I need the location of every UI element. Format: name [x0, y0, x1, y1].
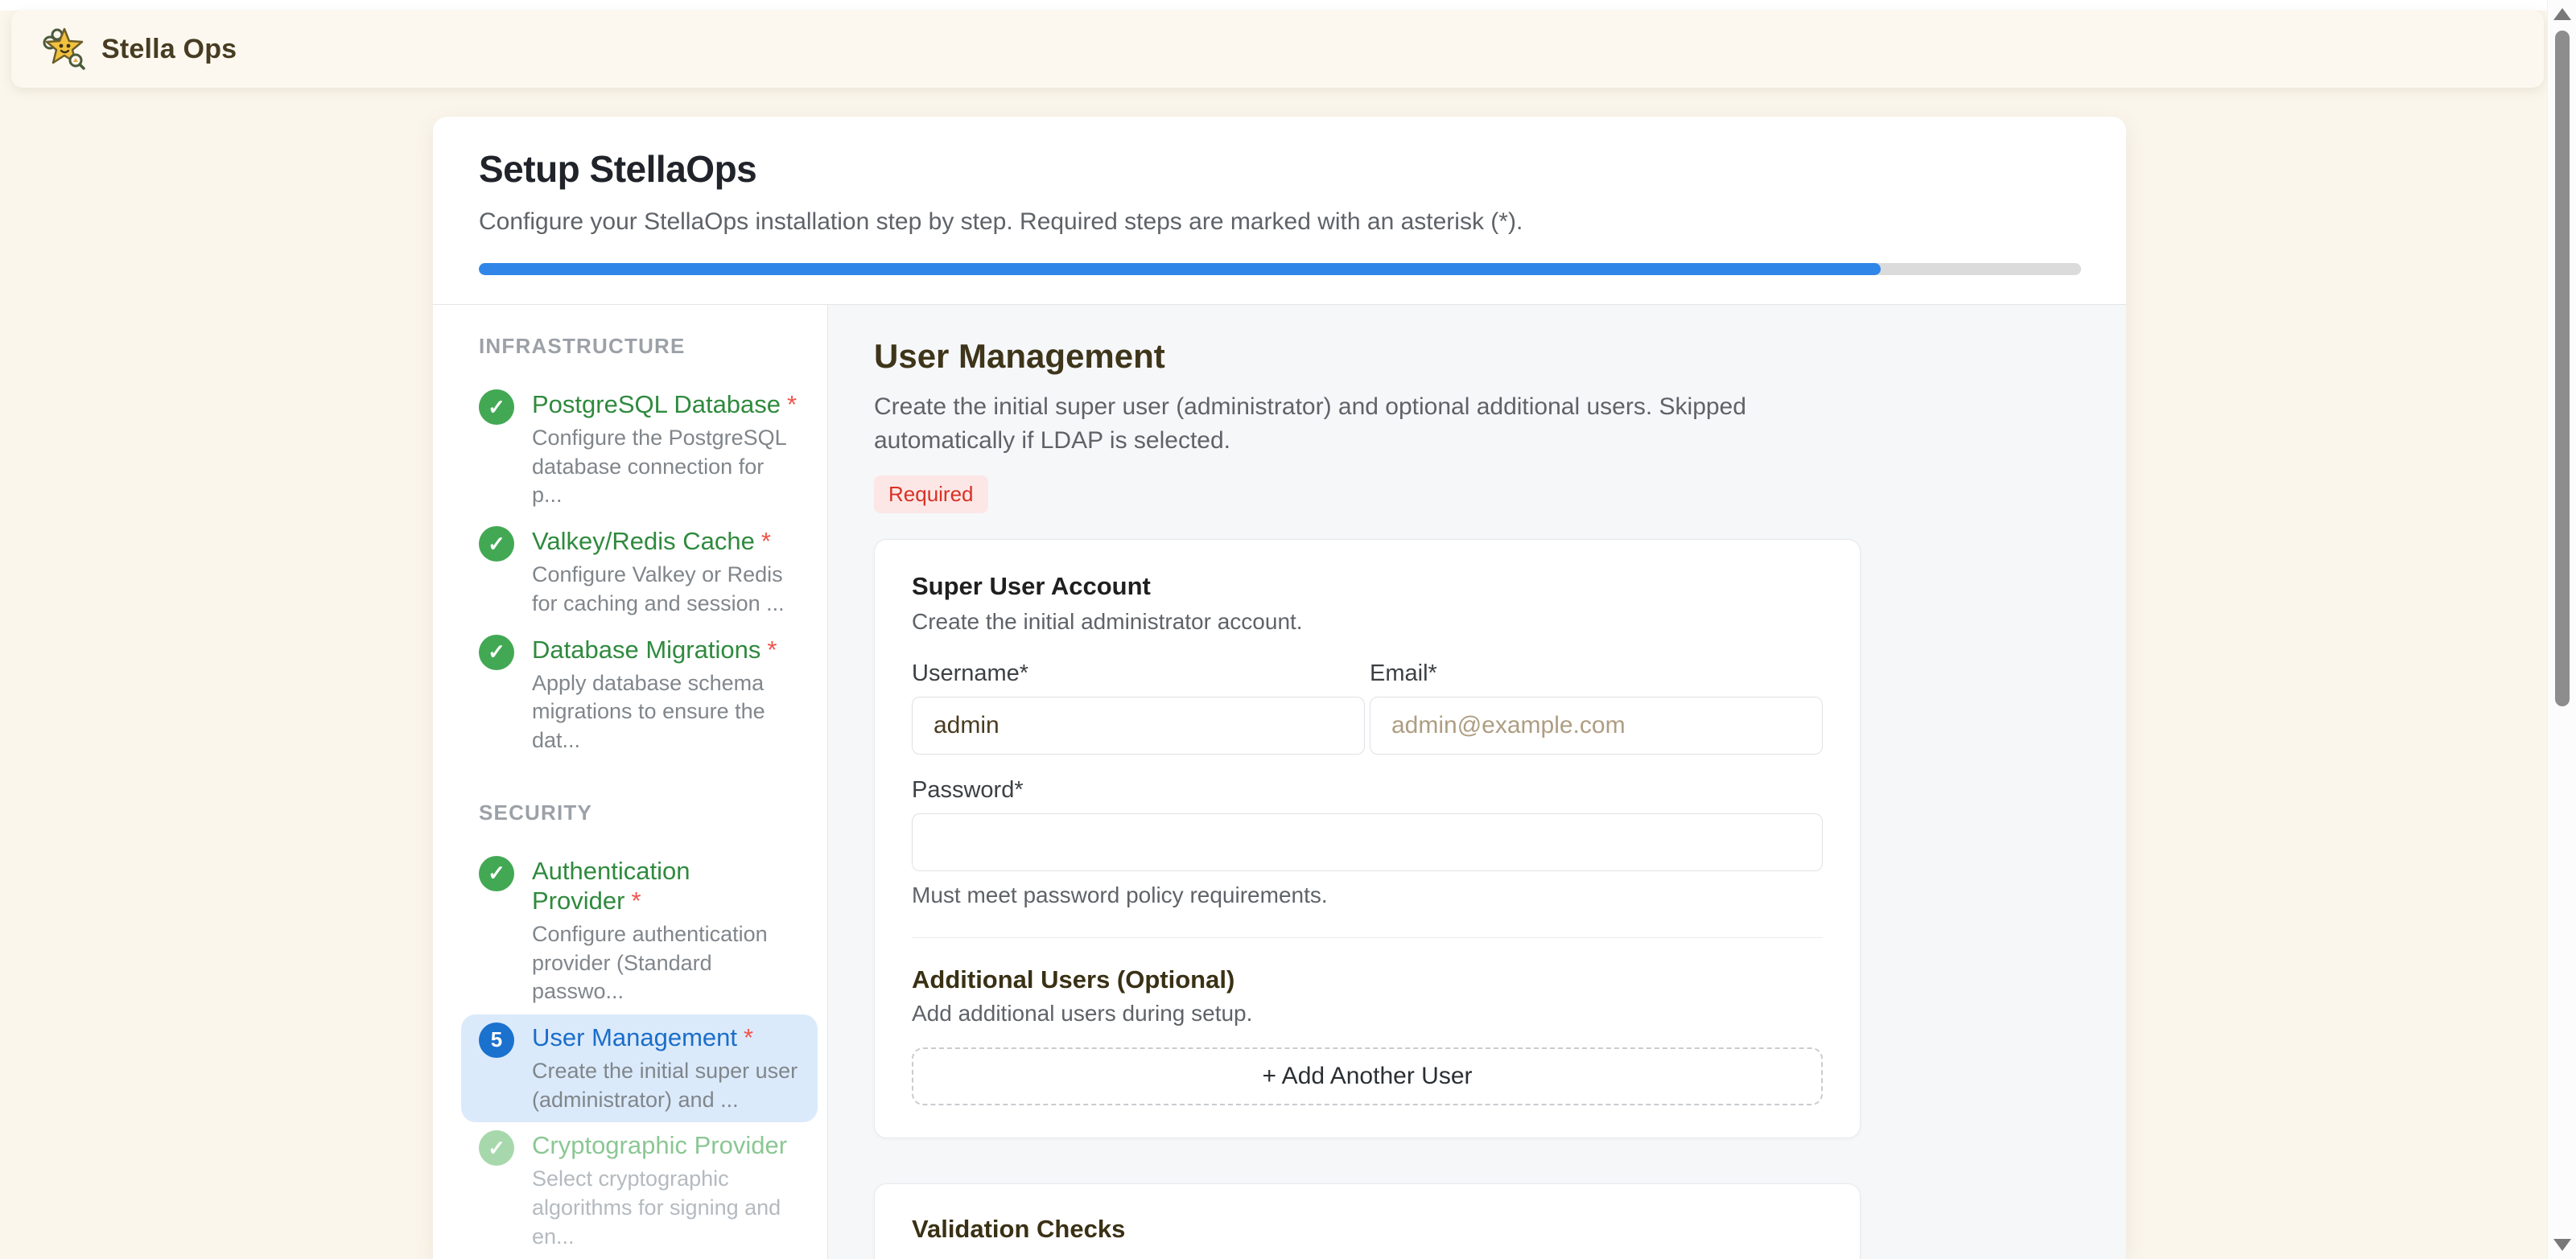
sidebar-item-authentication-provider[interactable]: ✓ Authentication Provider* Configure aut… — [461, 848, 818, 1014]
step-description: Configure the PostgreSQL database connec… — [532, 424, 800, 510]
sidebar-item-user-management[interactable]: 5 User Management* Create the initial su… — [461, 1014, 818, 1122]
section-label-infrastructure: INFRASTRUCTURE — [479, 334, 800, 359]
password-field-group: Password* Must meet password policy requ… — [912, 777, 1823, 908]
password-hint: Must meet password policy requirements. — [912, 883, 1823, 908]
step-title: Database Migrations — [532, 636, 760, 664]
additional-users-title: Additional Users (Optional) — [912, 965, 1823, 994]
scroll-up-arrow-icon[interactable] — [2553, 8, 2571, 20]
page-subtitle: Configure your StellaOps installation st… — [479, 208, 2081, 236]
wizard-header: Setup StellaOps Configure your StellaOps… — [433, 117, 2126, 304]
username-field-group: Username* — [912, 660, 1365, 755]
step-description: Select cryptographic algorithms for sign… — [532, 1165, 800, 1251]
additional-users-subtitle: Add additional users during setup. — [912, 1001, 1823, 1027]
super-user-account-card: Super User Account Create the initial ad… — [874, 539, 1861, 1138]
scroll-down-arrow-icon[interactable] — [2553, 1239, 2571, 1251]
step-content-panel: User Management Create the initial super… — [828, 305, 2126, 1259]
required-asterisk: * — [744, 1023, 753, 1051]
section-label-security: SECURITY — [479, 800, 800, 825]
brand-name: Stella Ops — [101, 34, 237, 65]
progress-bar — [479, 263, 2081, 275]
step-title: Cryptographic Provider — [532, 1131, 787, 1159]
step-description: Configure Valkey or Redis for caching an… — [532, 561, 800, 618]
step-description-text: Create the initial super user (administr… — [874, 390, 1848, 458]
topbar: Stella Ops — [11, 10, 2544, 88]
sidebar-item-database-migrations[interactable]: ✓ Database Migrations* Apply database sc… — [461, 627, 818, 763]
step-done-check-icon: ✓ — [479, 389, 514, 425]
step-done-check-icon: ✓ — [479, 856, 514, 891]
sidebar-item-cryptographic-provider[interactable]: ✓ Cryptographic Provider Select cryptogr… — [461, 1122, 818, 1259]
page-top-strip — [0, 0, 2547, 10]
wizard-body: INFRASTRUCTURE ✓ PostgreSQL Database* Co… — [433, 304, 2126, 1259]
vertical-scrollbar[interactable] — [2547, 0, 2576, 1259]
step-heading: User Management — [874, 337, 2126, 376]
super-user-card-title: Super User Account — [912, 572, 1823, 601]
email-label: Email* — [1370, 660, 1823, 687]
sidebar-item-valkey-redis-cache[interactable]: ✓ Valkey/Redis Cache* Configure Valkey o… — [461, 518, 818, 626]
stella-ops-logo-icon — [42, 27, 87, 72]
step-description: Apply database schema migrations to ensu… — [532, 669, 800, 755]
step-description: Create the initial super user (administr… — [532, 1057, 800, 1114]
step-done-check-icon: ✓ — [479, 526, 514, 562]
required-asterisk: * — [761, 527, 771, 555]
page-title: Setup StellaOps — [479, 147, 2081, 191]
required-badge: Required — [874, 475, 988, 513]
username-input[interactable] — [912, 697, 1365, 755]
validation-checks-title: Validation Checks — [912, 1215, 1823, 1244]
step-done-check-icon: ✓ — [479, 635, 514, 670]
step-title: Valkey/Redis Cache — [532, 527, 755, 555]
steps-sidebar: INFRASTRUCTURE ✓ PostgreSQL Database* Co… — [433, 305, 828, 1259]
validation-checks-card: Validation Checks - connectivity Check p… — [874, 1183, 1861, 1259]
username-email-row: Username* Email* — [912, 660, 1823, 755]
card-divider — [912, 937, 1823, 938]
required-asterisk: * — [767, 636, 777, 664]
step-done-check-icon: ✓ — [479, 1130, 514, 1166]
password-label: Password* — [912, 777, 1823, 804]
username-label: Username* — [912, 660, 1365, 687]
email-input[interactable] — [1370, 697, 1823, 755]
scrollbar-thumb[interactable] — [2555, 31, 2570, 706]
sidebar-item-postgresql-database[interactable]: ✓ PostgreSQL Database* Configure the Pos… — [461, 381, 818, 518]
add-another-user-button[interactable]: + Add Another User — [912, 1047, 1823, 1105]
super-user-card-subtitle: Create the initial administrator account… — [912, 609, 1823, 635]
step-title: PostgreSQL Database — [532, 390, 781, 418]
email-field-group: Email* — [1370, 660, 1823, 755]
required-asterisk: * — [787, 390, 797, 418]
additional-users-section: Additional Users (Optional) Add addition… — [912, 965, 1823, 1105]
setup-wizard-card: Setup StellaOps Configure your StellaOps… — [433, 117, 2126, 1259]
required-asterisk: * — [631, 887, 641, 915]
step-description: Configure authentication provider (Stand… — [532, 920, 800, 1006]
step-title: Authentication Provider — [532, 857, 690, 915]
step-title: User Management — [532, 1023, 737, 1051]
step-number-badge: 5 — [479, 1022, 514, 1058]
password-input[interactable] — [912, 813, 1823, 871]
progress-fill — [479, 263, 1881, 275]
